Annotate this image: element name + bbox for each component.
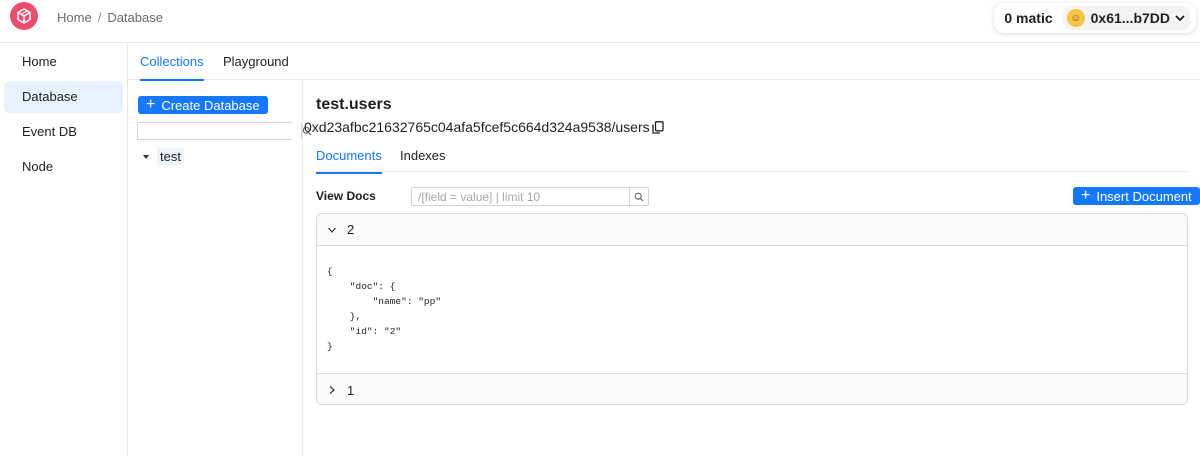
app-header: Home / Database 0 matic ☺ 0x61...b7DD — [0, 0, 1200, 43]
document-body: { "doc": { "name": "pp" }, "id": "2" } — [317, 246, 1187, 374]
sidebar-item-database[interactable]: Database — [4, 81, 123, 113]
chevron-right-icon — [329, 386, 335, 394]
documents-list: 2 { "doc": { "name": "pp" }, "id": "2" }… — [316, 213, 1188, 405]
create-database-button[interactable]: + Create Database — [138, 96, 268, 114]
balance-label: 0 matic — [1004, 10, 1053, 26]
insert-document-button[interactable]: + Insert Document — [1073, 187, 1200, 205]
collection-detail: test.users 0xd23afbc21632765c04afa5fcef5… — [304, 80, 1200, 456]
insert-document-label: Insert Document — [1096, 188, 1192, 204]
sidebar-item-node[interactable]: Node — [4, 151, 123, 183]
sidebar-item-home[interactable]: Home — [4, 46, 123, 78]
top-tabs: Collections Playground — [128, 44, 1200, 81]
breadcrumb-separator: / — [97, 10, 102, 25]
tab-playground[interactable]: Playground — [223, 54, 289, 79]
tab-documents[interactable]: Documents — [316, 148, 382, 174]
document-json: { "doc": { "name": "pp" }, "id": "2" } — [327, 266, 442, 352]
view-docs-label: View Docs — [316, 189, 376, 203]
sidebar-item-event-db[interactable]: Event DB — [4, 116, 123, 148]
logo-icon — [17, 8, 31, 24]
collection-path-text: 0xd23afbc21632765c04afa5fcef5c664d324a95… — [304, 119, 650, 135]
side-navigation: Home Database Event DB Node — [0, 44, 128, 456]
collections-pane: + Create Database test — [128, 80, 312, 456]
collection-title: test.users — [316, 96, 392, 113]
account-address: 0x61...b7DD — [1090, 10, 1170, 26]
breadcrumb: Home / Database — [57, 10, 163, 25]
create-database-label: Create Database — [161, 97, 260, 113]
collection-path: 0xd23afbc21632765c04afa5fcef5c664d324a95… — [304, 119, 664, 135]
account-button[interactable]: ☺ 0x61...b7DD — [1062, 6, 1190, 30]
document-header[interactable]: 1 — [317, 374, 1187, 404]
app-logo[interactable] — [10, 2, 38, 30]
avatar-icon: ☺ — [1066, 9, 1085, 27]
tree-item-test[interactable]: test — [143, 148, 184, 165]
query-input[interactable] — [412, 188, 629, 205]
tab-collections[interactable]: Collections — [140, 54, 204, 81]
plus-icon: + — [146, 96, 156, 113]
detail-tabs: Documents Indexes — [316, 140, 1188, 174]
plus-icon: + — [1081, 187, 1091, 204]
tab-indexes[interactable]: Indexes — [400, 148, 446, 172]
search-icon — [634, 192, 644, 201]
collection-search — [137, 122, 312, 140]
breadcrumb-home[interactable]: Home — [57, 10, 92, 25]
copy-icon[interactable] — [651, 120, 664, 134]
document-id: 2 — [347, 222, 355, 237]
document-header[interactable]: 2 — [317, 214, 1187, 246]
query-search-button[interactable] — [629, 188, 648, 205]
breadcrumb-current: Database — [107, 10, 163, 25]
collection-search-input[interactable] — [138, 123, 301, 139]
wallet-widget: 0 matic ☺ 0x61...b7DD — [994, 3, 1196, 33]
query-search — [411, 187, 649, 206]
chevron-down-icon — [1175, 15, 1185, 22]
caret-down-icon[interactable] — [143, 154, 149, 159]
tree-item-label: test — [157, 148, 184, 165]
document-id: 1 — [347, 382, 355, 398]
chevron-down-icon — [328, 227, 336, 233]
